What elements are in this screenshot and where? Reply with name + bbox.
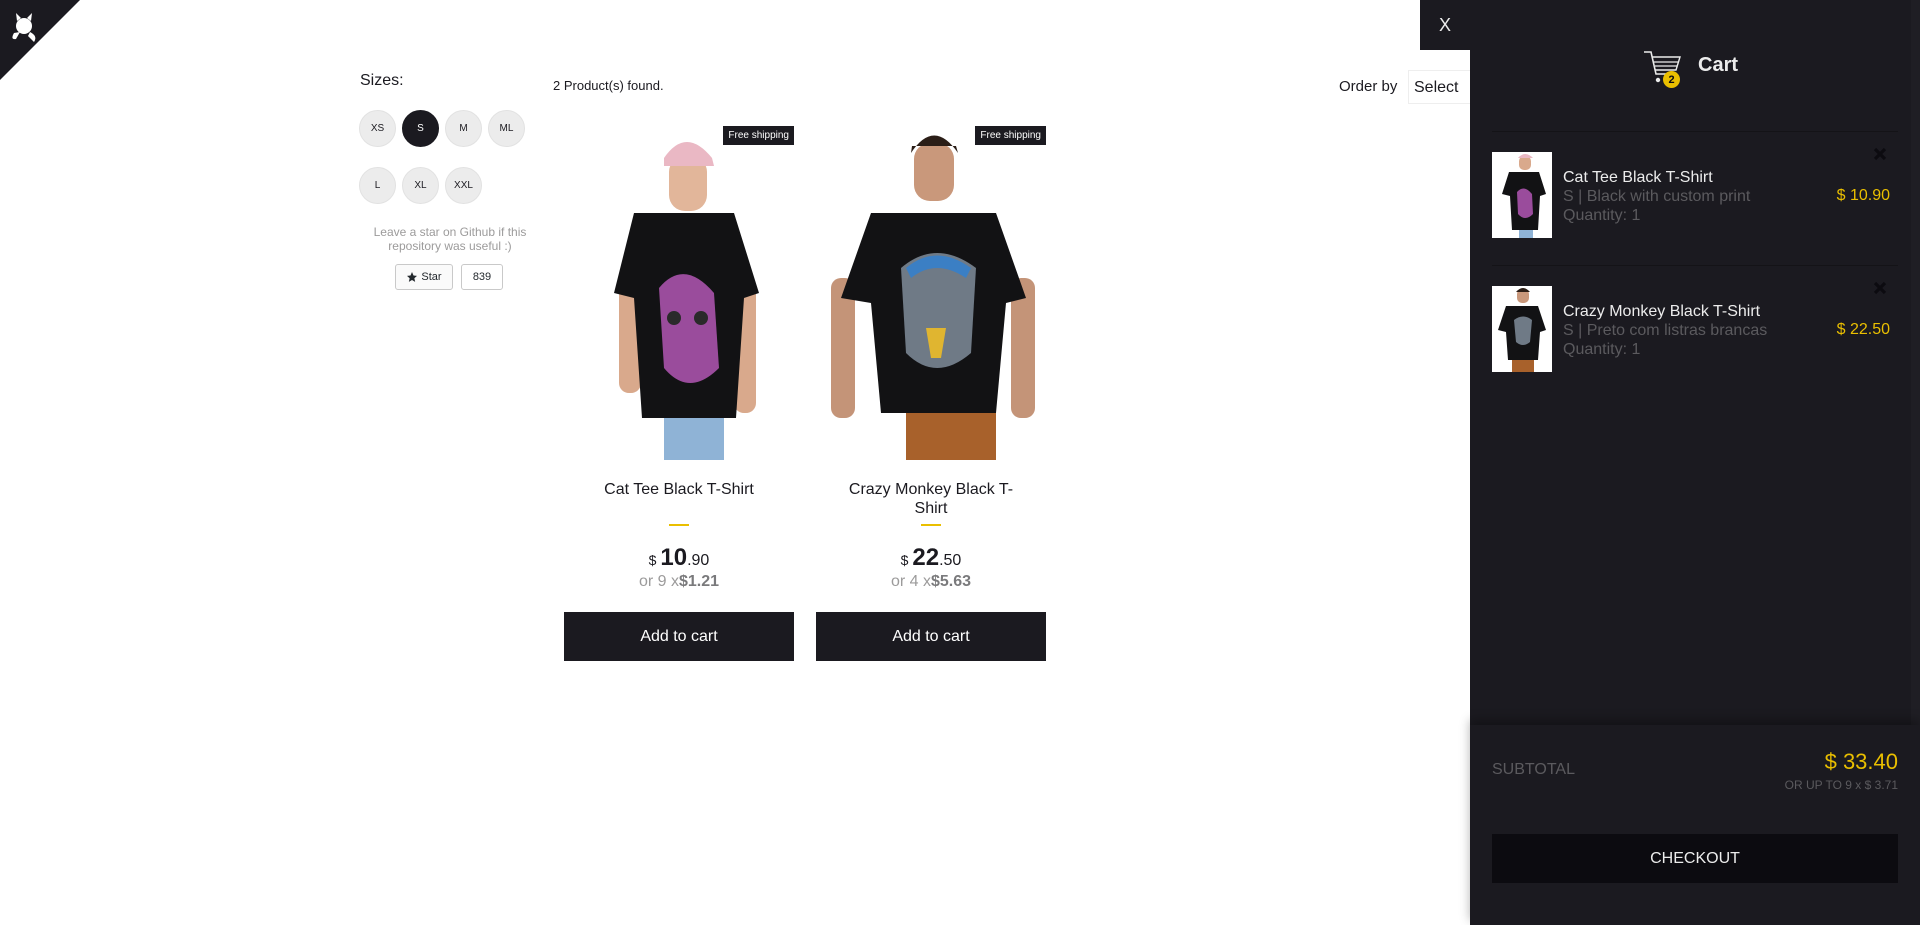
price-integer: 22: [912, 544, 940, 571]
order-by-select[interactable]: Select: [1408, 70, 1478, 104]
subtotal-value: $ 33.40: [1824, 749, 1898, 774]
size-option-m[interactable]: M: [445, 110, 482, 147]
subtotal-installment: OR UP TO 9 x $ 3.71: [1784, 778, 1898, 792]
free-shipping-badge: Free shipping: [975, 126, 1046, 145]
product-image: Free shipping: [564, 118, 794, 460]
installment-prefix: or 4 x: [890, 573, 931, 590]
cart-item-price: $ 22.50: [1836, 321, 1890, 338]
cart-title: Cart: [1698, 54, 1739, 76]
product-card[interactable]: Free shipping Cat Tee Black T-Shirt $ 10…: [564, 118, 794, 661]
size-option-ml[interactable]: ML: [488, 110, 525, 147]
product-price: $ 22.50: [816, 544, 1046, 572]
installment-prefix: or 9 x: [638, 573, 679, 590]
price-cents: .50: [939, 552, 962, 569]
github-star-button[interactable]: Star: [395, 264, 453, 290]
cart-item-quantity: Quantity: 1: [1563, 207, 1641, 224]
title-divider: [921, 524, 941, 526]
size-option-xl[interactable]: XL: [402, 167, 439, 204]
cart-item-name: Crazy Monkey Black T-Shirt: [1563, 303, 1761, 320]
subtotal-label: SUBTOTAL: [1492, 761, 1575, 778]
size-option-s[interactable]: S: [402, 110, 439, 147]
products-found-count: 2 Product(s) found.: [553, 78, 664, 93]
product-image: Free shipping: [816, 118, 1046, 460]
remove-item-icon[interactable]: [1872, 146, 1888, 162]
star-icon: [407, 272, 418, 282]
checkout-button[interactable]: CHECKOUT: [1492, 834, 1898, 883]
installment-value: $1.21: [678, 573, 720, 590]
octocat-icon: [0, 0, 80, 80]
price-currency: $: [648, 552, 657, 568]
size-option-xs[interactable]: XS: [359, 110, 396, 147]
add-to-cart-button[interactable]: Add to cart: [816, 612, 1046, 661]
order-by-label: Order by: [1339, 78, 1398, 95]
cart-item-description: S | Black with custom print: [1563, 188, 1751, 205]
product-price: $ 10.90: [564, 544, 794, 572]
github-star-label: Star: [421, 271, 442, 283]
github-note: Leave a star on Github if this repositor…: [373, 225, 527, 253]
cart-header: 2 Cart: [1470, 46, 1920, 88]
cart-count-badge: 2: [1663, 71, 1680, 88]
remove-item-icon[interactable]: [1872, 280, 1888, 296]
cart-item: Cat Tee Black T-Shirt S | Black with cus…: [1492, 131, 1898, 265]
size-option-xxl[interactable]: XXL: [445, 167, 482, 204]
product-card[interactable]: Free shipping Crazy Monkey Black T-Shirt…: [816, 118, 1046, 661]
github-corner-link[interactable]: [0, 0, 80, 80]
add-to-cart-button[interactable]: Add to cart: [564, 612, 794, 661]
size-option-l[interactable]: L: [359, 167, 396, 204]
cart-item-thumbnail: [1492, 152, 1552, 238]
product-installment: or 9 x$1.21: [564, 573, 794, 591]
price-integer: 10: [660, 544, 688, 571]
cart-item-price: $ 10.90: [1836, 187, 1890, 204]
cart-item-thumbnail: [1492, 286, 1552, 372]
installment-value: $5.63: [930, 573, 972, 590]
cart-footer: SUBTOTAL $ 33.40 OR UP TO 9 x $ 3.71 CHE…: [1470, 725, 1920, 925]
cart-item-name: Cat Tee Black T-Shirt: [1563, 169, 1713, 186]
price-currency: $: [900, 552, 909, 568]
sizes-title: Sizes:: [360, 72, 404, 89]
cart-panel: 2 Cart Cat Tee Black T-Shirt S | Black w…: [1470, 0, 1920, 925]
price-cents: .90: [687, 552, 710, 569]
cart-close-button[interactable]: X: [1420, 0, 1470, 50]
cart-scrollbar[interactable]: [1911, 0, 1920, 725]
cart-item-description: S | Preto com listras brancas: [1563, 322, 1768, 339]
github-star-count[interactable]: 839: [461, 264, 503, 290]
cart-item: Crazy Monkey Black T-Shirt S | Preto com…: [1492, 265, 1898, 399]
cart-item-quantity: Quantity: 1: [1563, 341, 1641, 358]
product-installment: or 4 x$5.63: [816, 573, 1046, 591]
product-title: Crazy Monkey Black T-Shirt: [848, 481, 1014, 517]
free-shipping-badge: Free shipping: [723, 126, 794, 145]
title-divider: [669, 524, 689, 526]
product-title: Cat Tee Black T-Shirt: [604, 481, 754, 498]
